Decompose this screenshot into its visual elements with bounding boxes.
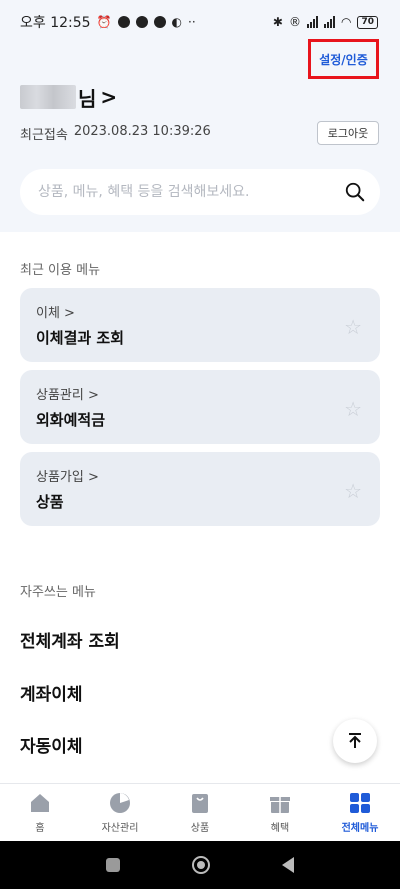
star-icon[interactable]: ☆: [344, 397, 362, 421]
bottom-nav: 홈 자산관리 상품 혜택 전체메뉴: [0, 783, 400, 841]
nav-label: 홈: [35, 823, 45, 834]
honorific: 님: [78, 86, 97, 111]
settings-auth-link[interactable]: 설정/인증: [319, 51, 368, 68]
battery-icon: 70: [357, 15, 378, 29]
card-name: 상품: [36, 493, 64, 511]
frequent-menu-item[interactable]: 전체계좌 조회: [20, 627, 120, 652]
nav-label: 혜택: [270, 823, 290, 834]
nav-home[interactable]: 홈: [0, 784, 80, 841]
nav-products[interactable]: 상품: [160, 784, 240, 841]
card-category: 이체 >: [36, 306, 75, 321]
last-login-time: 2023.08.23 10:39:26: [73, 124, 211, 139]
o-circle-icon: ◐: [171, 15, 182, 29]
scroll-to-top-button[interactable]: [333, 719, 377, 763]
home-icon: [31, 794, 49, 812]
notification-icon: [117, 16, 130, 28]
last-login-label: 최근접속: [20, 128, 68, 143]
card-name: 이체결과 조회: [36, 329, 125, 347]
frequent-menu-title: 자주쓰는 메뉴: [20, 585, 96, 600]
nav-label: 자산관리: [101, 823, 139, 834]
signal-icon-2: [323, 16, 335, 28]
search-input[interactable]: [38, 184, 344, 200]
chevron-right-icon: >: [100, 85, 118, 109]
recent-menu-card[interactable]: 이체 > 이체결과 조회 ☆: [20, 288, 380, 362]
home-button-icon[interactable]: [192, 856, 210, 874]
recent-menu-card[interactable]: 상품관리 > 외화예적금 ☆: [20, 370, 380, 444]
card-category: 상품관리 >: [36, 388, 99, 403]
nav-asset-management[interactable]: 자산관리: [80, 784, 160, 841]
recent-menu-title: 최근 이용 메뉴: [20, 263, 101, 278]
settings-highlight-box: 설정/인증: [308, 39, 379, 79]
last-login: 최근접속 2023.08.23 10:39:26: [20, 124, 211, 143]
signal-icon: [306, 16, 318, 28]
grid-menu-icon: [350, 793, 370, 813]
logout-button[interactable]: 로그아웃: [317, 121, 379, 145]
arrow-up-icon: [349, 733, 361, 748]
shopping-bag-icon: [192, 794, 208, 813]
pie-chart-icon: [110, 793, 130, 813]
registered-icon: ®: [288, 15, 301, 29]
nav-label: 전체메뉴: [341, 823, 379, 834]
recents-icon[interactable]: [106, 858, 120, 872]
android-nav-bar: [0, 841, 400, 889]
bluetooth-icon: ✱: [272, 15, 283, 29]
star-icon[interactable]: ☆: [344, 479, 362, 503]
frequent-menu-item[interactable]: 자동이체: [20, 732, 83, 757]
star-icon[interactable]: ☆: [344, 315, 362, 339]
card-name: 외화예적금: [36, 411, 106, 429]
card-category: 상품가입 >: [36, 470, 99, 485]
app-icon: [153, 16, 166, 28]
user-name-row[interactable]: 님 >: [20, 84, 118, 111]
search-icon[interactable]: [344, 181, 366, 203]
status-time: 오후 12:55: [20, 15, 91, 31]
status-bar: 오후 12:55 ⏰ ◐ ·· ✱ ® ◠ 70: [0, 0, 400, 44]
chat-icon: [135, 16, 148, 28]
blurred-user-name: [20, 85, 76, 109]
search-bar[interactable]: [20, 169, 380, 215]
more-dots-icon: ··: [188, 15, 196, 29]
gift-icon: [270, 797, 290, 813]
alarm-icon: ⏰: [96, 15, 112, 29]
nav-benefits[interactable]: 혜택: [240, 784, 320, 841]
nav-all-menu[interactable]: 전체메뉴: [320, 784, 400, 841]
wifi-icon: ◠: [340, 15, 352, 29]
nav-label: 상품: [190, 823, 210, 834]
recent-menu-card[interactable]: 상품가입 > 상품 ☆: [20, 452, 380, 526]
frequent-menu-item[interactable]: 계좌이체: [20, 680, 83, 705]
back-icon[interactable]: [282, 857, 294, 873]
